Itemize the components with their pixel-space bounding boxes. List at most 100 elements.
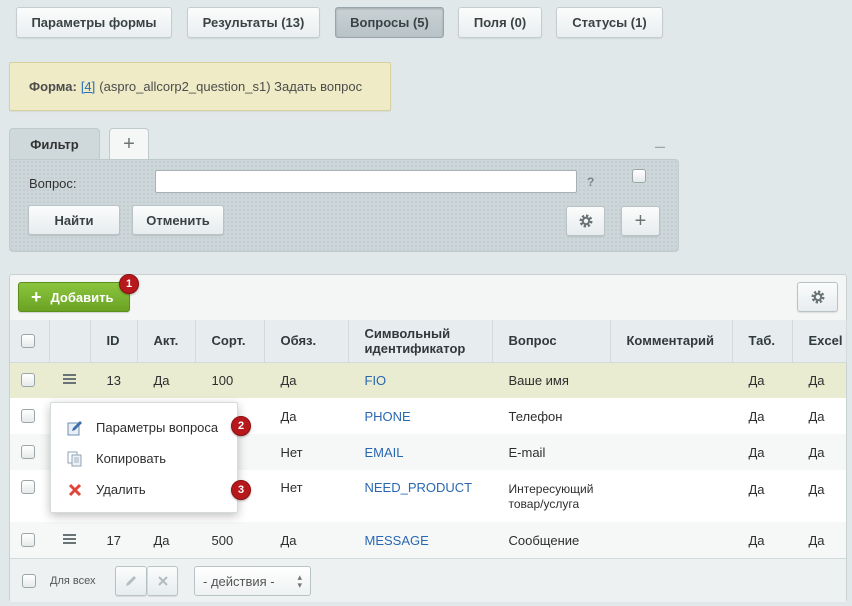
grid-settings-button[interactable] [797, 282, 838, 312]
help-icon[interactable]: ? [587, 175, 594, 189]
delete-icon [68, 483, 82, 497]
filter-field-checkbox[interactable] [632, 169, 646, 183]
step-badge: 2 [231, 416, 251, 436]
menu-item-copy[interactable]: Копировать [51, 444, 237, 472]
cell-required: Да [264, 522, 348, 558]
cell-active: Да [137, 522, 195, 558]
column-header-comment[interactable]: Комментарий [610, 320, 733, 363]
cell-code-link[interactable]: NEED_PRODUCT [365, 480, 473, 495]
cell-comment [610, 398, 732, 434]
select-all-header [10, 320, 50, 363]
cell-required: Нет [264, 470, 348, 522]
actions-select[interactable]: - действия - ▴ ▾ [194, 566, 311, 596]
cell-excel: Да [792, 522, 846, 558]
menu-item-delete[interactable]: Удалить [51, 475, 237, 503]
gear-icon [811, 290, 824, 304]
column-header-required[interactable]: Обяз. [264, 320, 349, 363]
cell-comment [610, 362, 732, 398]
tab-statuses[interactable]: Статусы (1) [556, 7, 663, 38]
tab-label: Вопросы (5) [350, 15, 429, 30]
cell-tab: Да [732, 398, 792, 434]
cell-tab: Да [732, 522, 792, 558]
find-button[interactable]: Найти [28, 205, 120, 235]
row-menu-icon[interactable] [62, 533, 76, 545]
close-icon [157, 576, 168, 586]
table-row[interactable]: 17 Да 500 Да MESSAGE Сообщение Да Да [10, 522, 846, 558]
column-header-excel[interactable]: Excel [792, 320, 847, 363]
question-filter-input[interactable] [155, 170, 577, 193]
cell-tab: Да [732, 470, 792, 522]
cell-active: Да [137, 362, 195, 398]
tab-fields[interactable]: Поля (0) [458, 7, 542, 38]
select-all-footer-checkbox[interactable] [22, 574, 36, 588]
step-badge: 1 [119, 274, 139, 294]
question-filter-label: Вопрос: [29, 176, 77, 191]
add-filter-field-button[interactable]: + [621, 206, 660, 236]
step-badge: 3 [231, 480, 251, 500]
filter-tab-label: Фильтр [30, 137, 79, 152]
cell-code-link[interactable]: FIO [365, 373, 387, 388]
cell-excel: Да [792, 434, 846, 470]
cell-question: Сообщение [492, 522, 610, 558]
column-header-question[interactable]: Вопрос [492, 320, 611, 363]
cell-id: 17 [90, 522, 137, 558]
plus-icon: + [31, 287, 42, 307]
row-checkbox[interactable] [21, 533, 35, 547]
menu-item-question-params[interactable]: Параметры вопроса [51, 413, 237, 441]
menu-item-label: Параметры вопроса [96, 419, 219, 435]
pencil-icon [126, 576, 136, 586]
tab-label: Результаты (13) [202, 15, 305, 30]
cell-id: 13 [90, 362, 137, 398]
cell-excel: Да [792, 362, 846, 398]
add-filter-tab-button[interactable]: + [109, 128, 149, 160]
form-id-link[interactable]: [4] [81, 79, 95, 94]
actions-header [49, 320, 91, 363]
row-checkbox[interactable] [21, 445, 35, 459]
add-button-label: Добавить [50, 289, 114, 305]
cell-sort: 100 [195, 362, 264, 398]
cell-comment [610, 434, 732, 470]
row-menu-icon[interactable] [62, 373, 76, 385]
cancel-button-label: Отменить [146, 212, 210, 228]
column-header-id[interactable]: ID [90, 320, 138, 363]
add-button[interactable]: + Добавить [18, 282, 130, 312]
select-all-checkbox[interactable] [21, 333, 35, 348]
column-header-tab[interactable]: Таб. [732, 320, 793, 363]
tab-label: Параметры формы [31, 15, 157, 30]
plus-icon: + [634, 209, 647, 232]
cell-tab: Да [732, 362, 792, 398]
column-header-active[interactable]: Акт. [137, 320, 196, 363]
cell-required: Нет [264, 434, 348, 470]
tab-results[interactable]: Результаты (13) [187, 7, 320, 38]
table-header-row: ID Акт. Сорт. Обяз. Символьный идентифик… [10, 320, 847, 363]
tab-label: Статусы (1) [572, 15, 647, 30]
filter-settings-button[interactable] [566, 206, 605, 236]
row-checkbox[interactable] [21, 409, 35, 423]
cell-question: E-mail [492, 434, 610, 470]
form-info-box: Форма: [4] (aspro_allcorp2_question_s1) … [9, 62, 391, 111]
cell-tab: Да [732, 434, 792, 470]
form-info-text: (aspro_allcorp2_question_s1) Задать вопр… [99, 79, 363, 94]
tab-questions[interactable]: Вопросы (5) [335, 7, 444, 38]
edit-selected-button[interactable] [115, 566, 147, 596]
cell-comment [610, 522, 732, 558]
cell-code-link[interactable]: MESSAGE [365, 533, 429, 548]
cell-required: Да [264, 362, 348, 398]
minimize-filter-button[interactable]: – [655, 136, 665, 157]
cell-code-link[interactable]: EMAIL [365, 445, 404, 460]
filter-tab[interactable]: Фильтр [9, 128, 100, 160]
column-header-sort[interactable]: Сорт. [195, 320, 265, 363]
delete-selected-button[interactable] [147, 566, 178, 596]
row-checkbox[interactable] [21, 480, 35, 494]
column-header-code[interactable]: Символьный идентификатор [348, 320, 493, 363]
menu-item-label: Копировать [96, 450, 166, 466]
row-checkbox[interactable] [21, 373, 35, 388]
cancel-button[interactable]: Отменить [132, 205, 224, 235]
cell-code-link[interactable]: PHONE [365, 409, 411, 424]
table-row[interactable]: 13 Да 100 Да FIO Ваше имя Да Да [10, 362, 846, 398]
menu-item-label: Удалить [96, 481, 146, 497]
tab-form-params[interactable]: Параметры формы [16, 7, 172, 38]
cell-question: Интересующий товар/услуга [492, 470, 610, 522]
cell-required: Да [264, 398, 348, 434]
gear-icon [579, 214, 592, 228]
